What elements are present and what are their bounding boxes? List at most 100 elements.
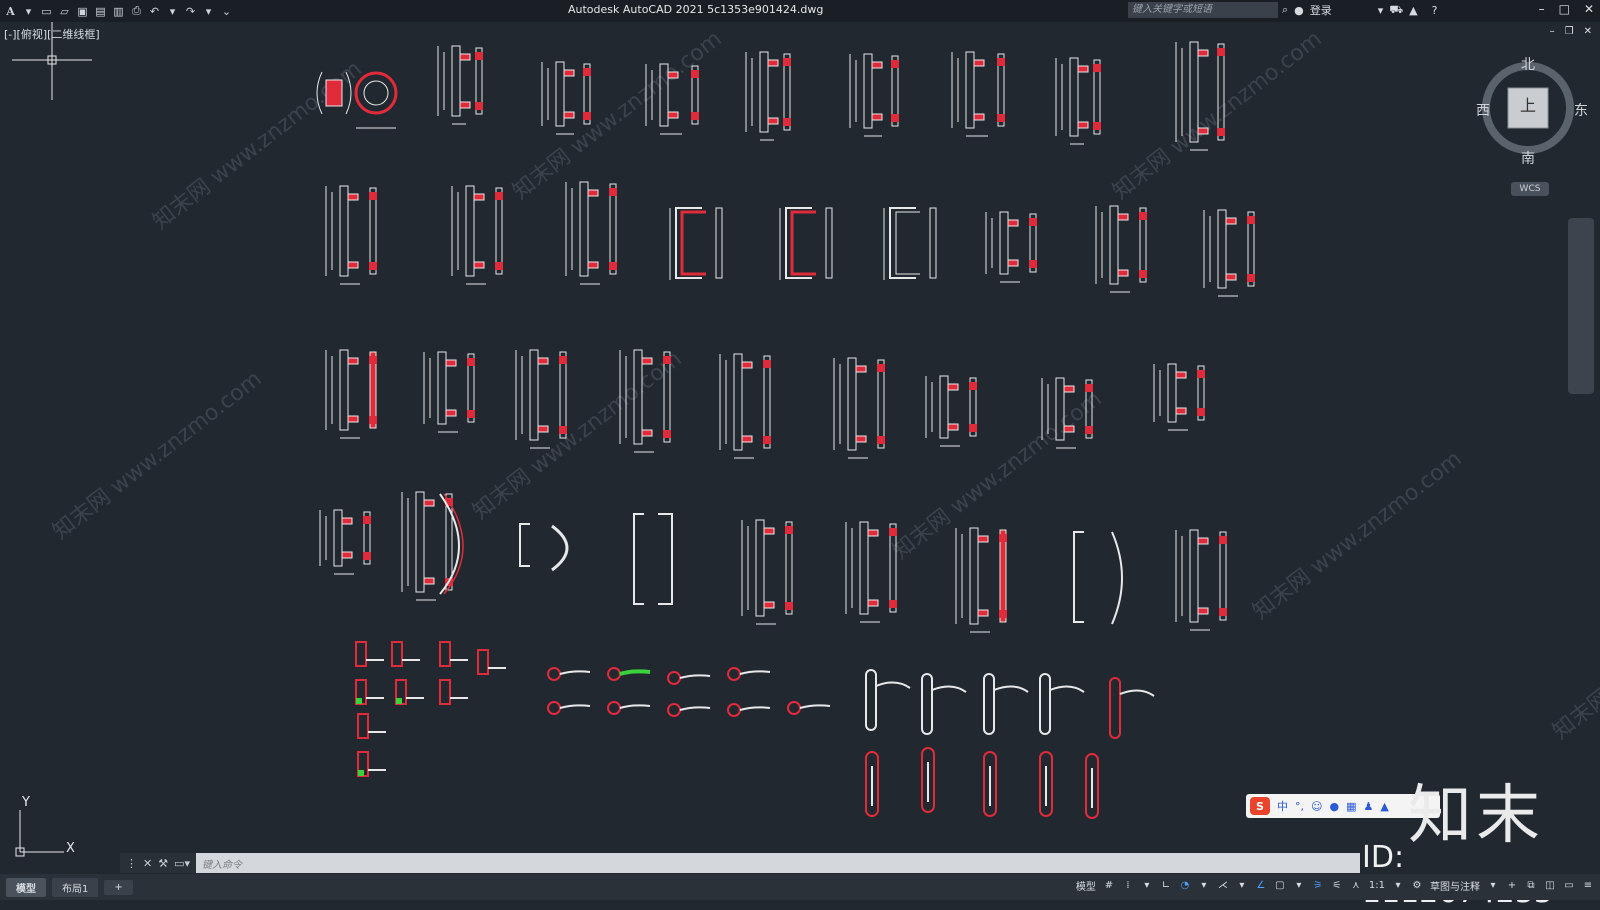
toolbox-icon[interactable]: ▲: [1380, 800, 1388, 813]
handle-post: [867, 529, 879, 537]
handle-front-bar: [369, 187, 377, 275]
keyboard-icon[interactable]: ▦: [1346, 800, 1356, 813]
isolate-icon[interactable]: ⧉: [1525, 880, 1537, 892]
autocad-logo-icon[interactable]: A: [4, 5, 17, 18]
auto-scale-icon[interactable]: ⚟: [1331, 880, 1343, 892]
dropdown-icon[interactable]: ▾: [1293, 880, 1305, 892]
isodraft-icon[interactable]: ⋌: [1217, 880, 1229, 892]
redo-icon[interactable]: ↷: [184, 5, 197, 18]
dropdown-icon[interactable]: ▾: [1198, 880, 1210, 892]
autodesk-app-icon[interactable]: ▲: [1409, 4, 1417, 17]
handle-front-bar: [929, 207, 937, 279]
search-icon[interactable]: ⌕: [1282, 3, 1288, 17]
open-folder-icon[interactable]: ▱: [58, 5, 71, 18]
snap-icon[interactable]: ⁞: [1122, 880, 1134, 892]
dropdown-icon[interactable]: ▾: [1487, 880, 1499, 892]
skin-icon[interactable]: ♟: [1363, 800, 1373, 813]
compass-east[interactable]: 东: [1574, 100, 1588, 120]
dropdown-icon[interactable]: ▾: [1141, 880, 1153, 892]
undo-dropdown-icon[interactable]: ▾: [166, 5, 179, 18]
handle-front-post: [363, 552, 371, 560]
sogou-icon[interactable]: S: [1250, 797, 1270, 815]
minimize-icon[interactable]: –: [1539, 2, 1545, 16]
handle-post: [1175, 407, 1187, 415]
wcs-menu[interactable]: WCS: [1511, 182, 1549, 196]
punctuation-icon[interactable]: °,: [1295, 800, 1304, 813]
object-snap-tracking-icon[interactable]: ∠: [1255, 880, 1267, 892]
quick-access-toolbar: A ▾ ▭ ▱ ▣ ▤ ▥ ⎙ ↶ ▾ ↷ ▾ ⌄: [0, 4, 233, 18]
grid-icon[interactable]: #: [1103, 880, 1115, 892]
lever-detail: [396, 698, 402, 704]
new-file-icon[interactable]: ▭: [40, 5, 53, 18]
handle-side-bar: [437, 351, 447, 425]
redo-dropdown-icon[interactable]: ▾: [202, 5, 215, 18]
undo-icon[interactable]: ↶: [148, 5, 161, 18]
handle-front-post: [609, 188, 617, 196]
object-snap-icon[interactable]: ▢: [1274, 880, 1286, 892]
polar-icon[interactable]: ◔: [1179, 880, 1191, 892]
annotation-scale-icon[interactable]: ⋏: [1350, 880, 1362, 892]
handle-post: [741, 361, 753, 369]
search-input[interactable]: 键入关键字或短语: [1128, 2, 1278, 18]
customize-wrench-icon[interactable]: ⚒: [158, 857, 168, 870]
dropdown-icon[interactable]: ▾: [1392, 880, 1404, 892]
gear-icon[interactable]: ⚙: [1411, 880, 1423, 892]
close-icon[interactable]: ✕: [1584, 2, 1594, 16]
viewcube-face-label[interactable]: 上: [1520, 92, 1536, 116]
handle-post: [347, 261, 359, 269]
save-as-icon[interactable]: ▤: [94, 5, 107, 18]
handle-post: [473, 261, 485, 269]
compass-south[interactable]: 南: [1521, 148, 1535, 168]
publish-icon[interactable]: ▥: [112, 5, 125, 18]
handle-front-bar: [609, 183, 617, 275]
lever-rose: [477, 649, 489, 675]
cart-icon[interactable]: ⛟: [1389, 3, 1403, 18]
lever-round-rose: [607, 701, 621, 715]
command-prompt-icon[interactable]: ▭▾: [174, 857, 190, 870]
drawing-restore-icon[interactable]: ❐: [1565, 26, 1574, 37]
plus-icon[interactable]: +: [1506, 880, 1518, 892]
save-icon[interactable]: ▣: [76, 5, 89, 18]
customize-icon[interactable]: ⌄: [220, 5, 233, 18]
hardware-accel-icon[interactable]: ◫: [1544, 880, 1556, 892]
menu-icon[interactable]: ≡: [1582, 880, 1594, 892]
annotation-scale-value[interactable]: 1:1: [1369, 880, 1385, 891]
viewport-controls-label[interactable]: [-][俯视][二维线框]: [4, 26, 100, 42]
close-command-icon[interactable]: ✕: [143, 857, 152, 870]
user-icon[interactable]: ●: [1294, 4, 1304, 17]
drawing-minimize-icon[interactable]: –: [1550, 26, 1555, 37]
tab-layout1[interactable]: 布局1: [52, 877, 99, 897]
tab-model[interactable]: 模型: [6, 877, 46, 897]
add-layout-button[interactable]: +: [104, 879, 133, 895]
clean-screen-icon[interactable]: ▭: [1563, 880, 1575, 892]
backplate-lever: [1119, 689, 1155, 697]
drawing-close-icon[interactable]: ✕: [1584, 26, 1592, 37]
command-input[interactable]: 键入命令: [196, 856, 242, 871]
compass-west[interactable]: 西: [1476, 100, 1490, 120]
drawing-canvas[interactable]: 知末网 www.znzmo.com 知末网 www.znzmo.com 知末网 ww…: [0, 0, 1600, 900]
annotation-visibility-icon[interactable]: ⚞: [1312, 880, 1324, 892]
handle-front-bar: [825, 207, 833, 279]
handle-post: [459, 53, 471, 61]
dropdown-icon[interactable]: ▾: [1236, 880, 1248, 892]
ortho-icon[interactable]: ∟: [1160, 880, 1172, 892]
help-icon[interactable]: ?: [1432, 4, 1438, 17]
plot-icon[interactable]: ⎙: [130, 4, 143, 18]
dropdown-icon[interactable]: ▾: [22, 5, 35, 18]
workspace-switch[interactable]: 草图与注释: [1430, 878, 1480, 893]
login-link[interactable]: 登录: [1310, 2, 1332, 18]
handle-front-post: [1197, 408, 1205, 416]
command-line[interactable]: ⋮ ✕ ⚒ ▭▾ 键入命令: [120, 853, 1360, 873]
model-space-toggle[interactable]: 模型: [1076, 878, 1096, 893]
navigation-bar[interactable]: [1568, 218, 1594, 394]
handle-front-bar: [559, 351, 567, 439]
viewcube[interactable]: 上 北 南 东 西: [1476, 57, 1588, 167]
voice-icon[interactable]: ●: [1329, 800, 1339, 813]
dropdown-icon[interactable]: ▾: [1378, 4, 1384, 17]
watermark-text: 知末网 www.znzmo.com: [468, 347, 686, 525]
ime-mode-label[interactable]: 中: [1277, 798, 1288, 814]
compass-north[interactable]: 北: [1521, 54, 1535, 74]
maximize-icon[interactable]: □: [1559, 2, 1570, 16]
emoji-icon[interactable]: ☺: [1311, 800, 1322, 813]
grip-icon[interactable]: ⋮: [126, 857, 137, 870]
